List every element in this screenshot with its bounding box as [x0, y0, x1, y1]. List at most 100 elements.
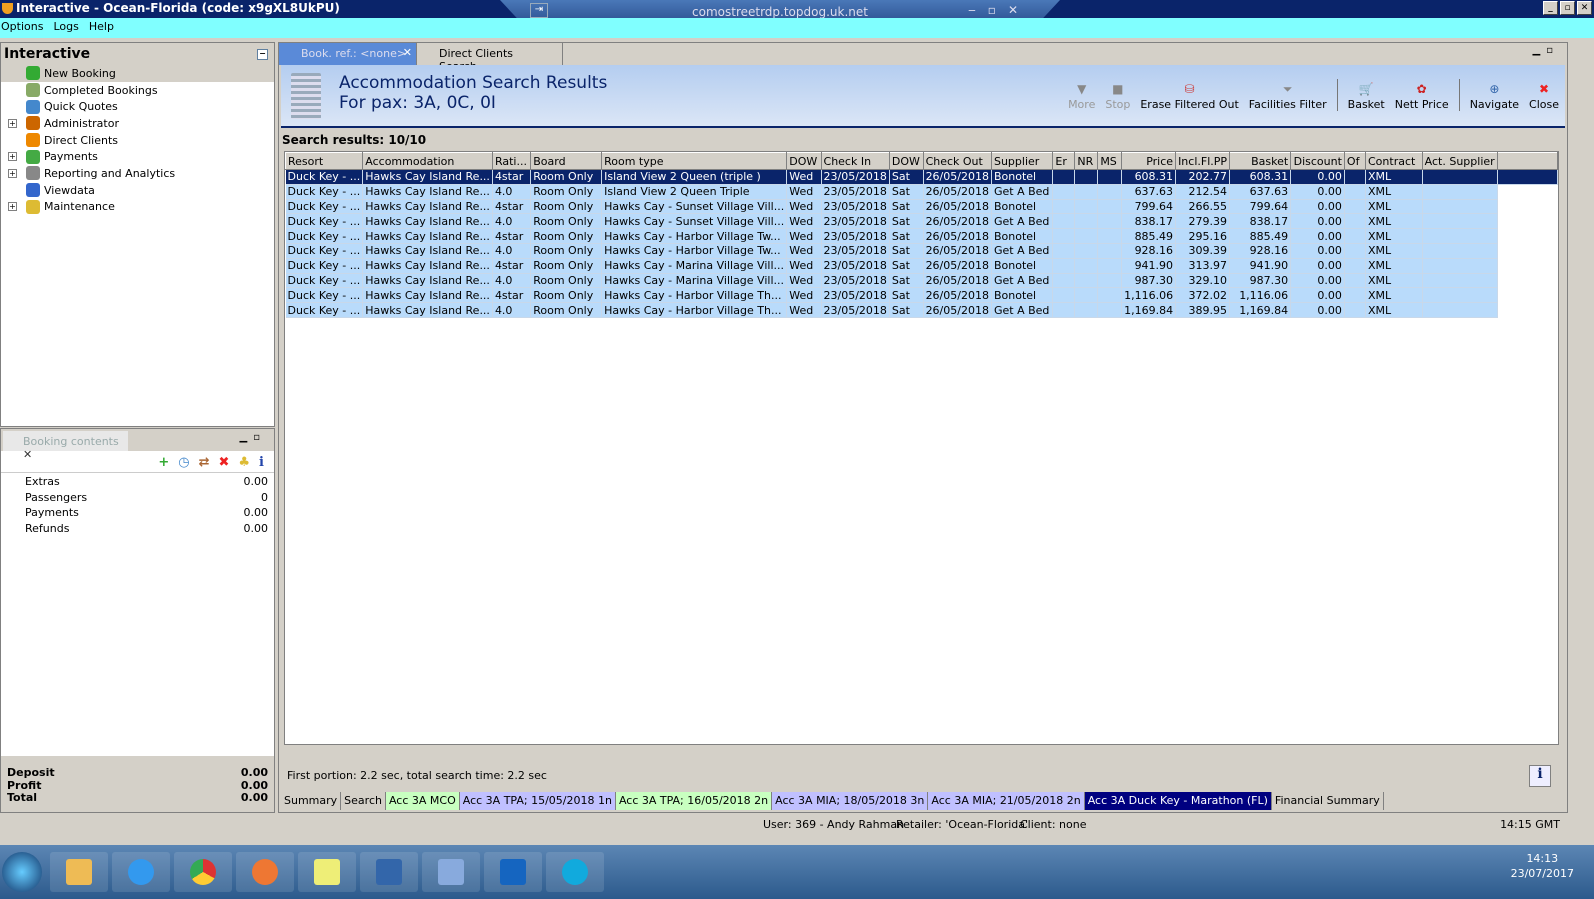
- table-row[interactable]: Duck Key - ... Hawks Cay Island Re... 4sta…: [285, 258, 1558, 274]
- table-row[interactable]: Duck Key - ... Hawks Cay Island Re... 4.0 R…: [285, 302, 1558, 318]
- nav-item-maintenance[interactable]: + Maintenance: [1, 199, 274, 216]
- transfer-icon[interactable]: ⇄: [199, 455, 210, 470]
- taskbar-remote-desktop[interactable]: [360, 852, 418, 892]
- bottom-tab[interactable]: Acc 3A MCO: [385, 792, 460, 810]
- erase-filtered-out-button[interactable]: ⛁ Erase Filtered Out: [1140, 82, 1238, 111]
- minimize-button[interactable]: _: [1543, 1, 1558, 15]
- table-cell: Duck Key - ...: [285, 213, 364, 230]
- basket-button[interactable]: 🛒 Basket: [1348, 82, 1385, 111]
- table-cell: 799.64: [1229, 199, 1292, 215]
- erase-filtered-out-icon: ⛁: [1184, 82, 1195, 96]
- menu-logs[interactable]: Logs: [53, 20, 78, 38]
- column-header[interactable]: Er: [1052, 152, 1076, 170]
- column-header[interactable]: Basket: [1229, 152, 1292, 170]
- bottom-tab[interactable]: Acc 3A Duck Key - Marathon (FL): [1084, 792, 1272, 810]
- taskbar-outlook[interactable]: [484, 852, 542, 892]
- table-cell: 23/05/2018: [821, 273, 890, 289]
- table-row[interactable]: Duck Key - ... Hawks Cay Island Re... 4sta…: [285, 287, 1558, 304]
- taskbar-chrome[interactable]: [174, 852, 232, 892]
- column-header[interactable]: Discount: [1290, 152, 1345, 170]
- navigate-button[interactable]: ⊕ Navigate: [1470, 82, 1519, 111]
- clock-icon[interactable]: ◷: [178, 455, 189, 470]
- bottom-tab[interactable]: Financial Summary: [1271, 792, 1384, 810]
- nav-item-payments[interactable]: + Payments: [1, 148, 274, 165]
- expand-icon[interactable]: +: [8, 118, 17, 128]
- bottom-tab[interactable]: Summary: [281, 792, 342, 810]
- bottom-tab[interactable]: Acc 3A TPA; 15/05/2018 1n: [459, 792, 616, 810]
- column-header[interactable]: Act. Supplier: [1421, 152, 1498, 170]
- palm-icon[interactable]: ♣: [238, 455, 250, 470]
- bottom-tab[interactable]: Acc 3A MIA; 21/05/2018 2n: [928, 792, 1085, 810]
- column-header[interactable]: Board: [530, 152, 603, 170]
- column-header[interactable]: Room type: [601, 152, 788, 170]
- more-button[interactable]: ▼ More: [1068, 82, 1095, 111]
- taskbar-ie[interactable]: [112, 852, 170, 892]
- pin-icon[interactable]: ⇥: [530, 3, 548, 18]
- table-row[interactable]: Duck Key - ... Hawks Cay Island Re... 4.0 R…: [285, 184, 1558, 200]
- nav-item-new-booking[interactable]: New Booking: [1, 65, 274, 82]
- nav-item-completed-bookings[interactable]: Completed Bookings: [1, 82, 274, 99]
- bottom-tab[interactable]: Acc 3A TPA; 16/05/2018 2n: [615, 792, 773, 810]
- table-row[interactable]: Duck Key - ... Hawks Cay Island Re... 4sta…: [285, 169, 1558, 185]
- table-row[interactable]: Duck Key - ... Hawks Cay Island Re... 4.0 R…: [285, 273, 1558, 289]
- tab-direct-clients-search[interactable]: Direct Clients Search: [417, 43, 563, 73]
- taskbar-interactive[interactable]: [546, 852, 604, 892]
- taskbar-firefox[interactable]: [236, 852, 294, 892]
- column-header[interactable]: Supplier: [990, 152, 1054, 170]
- stop-button[interactable]: ■ Stop: [1105, 82, 1130, 111]
- table-cell: Wed: [786, 199, 822, 215]
- taskbar-explorer[interactable]: [50, 852, 108, 892]
- start-button[interactable]: [2, 852, 42, 892]
- maximize-button[interactable]: ▫: [1560, 1, 1575, 15]
- column-header[interactable]: NR: [1074, 152, 1099, 170]
- column-header[interactable]: DOW: [888, 152, 924, 170]
- info-icon[interactable]: i: [259, 455, 264, 470]
- column-header[interactable]: Check In: [820, 152, 890, 170]
- taskbar-app[interactable]: [422, 852, 480, 892]
- system-clock[interactable]: 14:13 23/07/2017: [1511, 851, 1574, 881]
- rdp-window-controls[interactable]: ‒▫✕: [968, 3, 1030, 17]
- add-icon[interactable]: +: [158, 455, 169, 470]
- info-button[interactable]: i: [1529, 765, 1551, 787]
- table-row[interactable]: Duck Key - ... Hawks Cay Island Re... 4sta…: [285, 199, 1558, 215]
- nav-item-viewdata[interactable]: Viewdata: [1, 182, 274, 199]
- search-timing: First portion: 2.2 sec, total search tim…: [287, 769, 547, 782]
- taskbar-notes[interactable]: [298, 852, 356, 892]
- expand-icon[interactable]: +: [8, 168, 17, 178]
- table-row[interactable]: Duck Key - ... Hawks Cay Island Re... 4sta…: [285, 228, 1558, 244]
- bottom-tab[interactable]: Acc 3A MIA; 18/05/2018 3n: [772, 792, 929, 810]
- delete-icon[interactable]: ✖: [218, 455, 229, 470]
- bottom-tab[interactable]: Search: [341, 792, 386, 810]
- column-header[interactable]: Resort: [285, 152, 364, 170]
- pane-controls[interactable]: ▁▫: [1533, 45, 1559, 56]
- column-header[interactable]: MS: [1097, 152, 1123, 170]
- expand-icon[interactable]: +: [8, 152, 17, 162]
- close-tab-icon[interactable]: ✕: [403, 46, 412, 59]
- nett-price-button[interactable]: ✿ Nett Price: [1395, 82, 1449, 111]
- tab-booking-ref[interactable]: Book. ref.: <none> ✕: [279, 43, 417, 65]
- column-header[interactable]: DOW: [786, 152, 822, 170]
- table-row[interactable]: Duck Key - ... Hawks Cay Island Re... 4.0 R…: [285, 243, 1558, 259]
- column-header[interactable]: Contract: [1365, 152, 1423, 170]
- nav-item-administrator[interactable]: + Administrator: [1, 115, 274, 132]
- booking-contents-tab[interactable]: Booking contents ✕: [3, 431, 128, 461]
- menu-help[interactable]: Help: [89, 20, 114, 38]
- close-button[interactable]: ✖ Close: [1529, 82, 1559, 111]
- column-header[interactable]: Check Out: [922, 152, 992, 170]
- expand-icon[interactable]: +: [8, 202, 17, 212]
- column-header[interactable]: Of: [1343, 152, 1367, 170]
- pane-controls[interactable]: ▁▫: [240, 432, 266, 443]
- menu-options[interactable]: Options: [1, 20, 43, 38]
- column-header[interactable]: Accommodation: [362, 152, 493, 170]
- table-row[interactable]: Duck Key - ... Hawks Cay Island Re... 4.0 R…: [285, 213, 1558, 230]
- column-header[interactable]: Price: [1121, 152, 1177, 170]
- table-cell: XML: [1365, 258, 1423, 274]
- column-header[interactable]: Incl.Fl.PP: [1175, 152, 1231, 170]
- nav-item-quick-quotes[interactable]: Quick Quotes: [1, 98, 274, 115]
- nav-item-direct-clients[interactable]: Direct Clients: [1, 132, 274, 149]
- close-window-button[interactable]: ✕: [1577, 1, 1592, 15]
- nav-item-reporting-and-analytics[interactable]: + Reporting and Analytics: [1, 165, 274, 182]
- column-header[interactable]: Rati...: [491, 152, 532, 170]
- facilities-filter-button[interactable]: ⏷ Facilities Filter: [1249, 82, 1327, 111]
- collapse-pane-button[interactable]: −: [257, 49, 268, 60]
